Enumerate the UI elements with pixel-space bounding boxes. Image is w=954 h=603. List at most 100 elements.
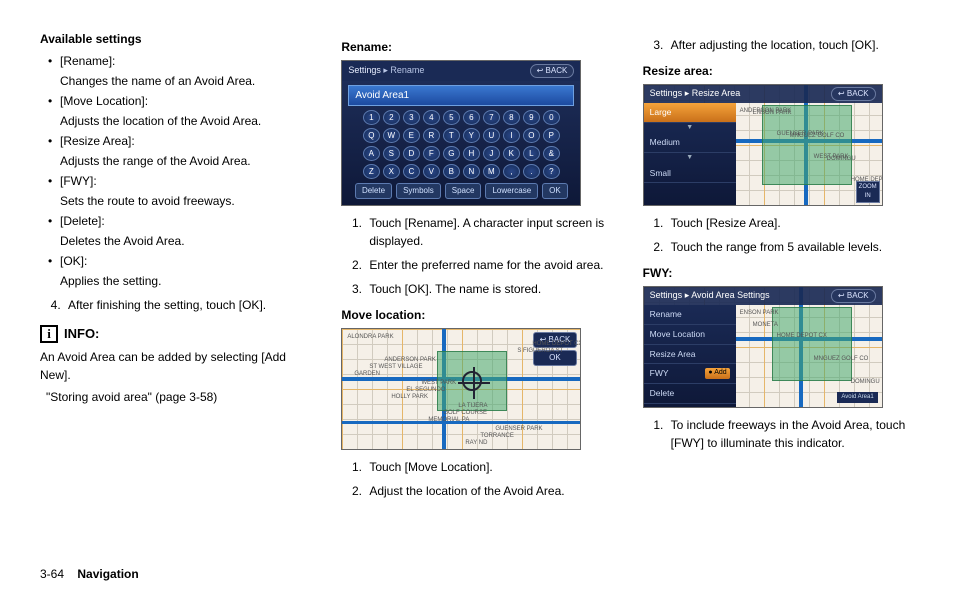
key-0[interactable]: 0 xyxy=(543,110,560,125)
resize-steps: Touch [Resize Area]. Touch the range fro… xyxy=(643,214,914,256)
key-,[interactable]: , xyxy=(503,164,520,179)
map-label: GARDEN xyxy=(354,370,380,379)
keyboard-rows: 1234567890 QWERTYUIOP ASDFGHJKL& ZXCVBNM,.? xyxy=(348,110,574,179)
column-1: Available settings [Rename]: Changes the… xyxy=(40,30,311,506)
key-I[interactable]: I xyxy=(503,128,520,143)
resize-screenshot: Settings ▸ Resize Area ↩ BACK Large▼Medi… xyxy=(643,84,883,206)
menu-arrow-icon: ▼ xyxy=(644,153,736,164)
key-G[interactable]: G xyxy=(443,146,460,161)
map-label: MNGUEZ GOLF CO xyxy=(790,132,845,141)
key-3[interactable]: 3 xyxy=(403,110,420,125)
key-?[interactable]: ? xyxy=(543,164,560,179)
info-icon: i xyxy=(40,325,58,343)
rename-input[interactable]: Avoid Area1 xyxy=(348,85,574,106)
key-1[interactable]: 1 xyxy=(363,110,380,125)
fwy-menu-fwy[interactable]: FWY● Add xyxy=(644,364,736,384)
kb-lowercase-button[interactable]: Lowercase xyxy=(485,183,538,199)
key-J[interactable]: J xyxy=(483,146,500,161)
kb-ok-button[interactable]: OK xyxy=(542,183,568,199)
setting-ok: [OK]: xyxy=(48,252,311,270)
rename-step-1: Touch [Rename]. A character input screen… xyxy=(365,214,612,250)
setting-ok-desc: Applies the setting. xyxy=(48,272,311,290)
resize-option-large[interactable]: Large xyxy=(644,103,736,123)
key-M[interactable]: M xyxy=(483,164,500,179)
key-E[interactable]: E xyxy=(403,128,420,143)
key-P[interactable]: P xyxy=(543,128,560,143)
key-.[interactable]: . xyxy=(523,164,540,179)
fwy-map[interactable]: Settings ▸ Avoid Area Settings ↩ BACK Re… xyxy=(644,287,882,407)
key-9[interactable]: 9 xyxy=(523,110,540,125)
map-label: HOME DEPOT CX xyxy=(777,332,827,341)
fwy-menu-rename[interactable]: Rename xyxy=(644,305,736,325)
resize-back-button[interactable]: ↩ BACK xyxy=(831,87,876,101)
rename-step-2: Enter the preferred name for the avoid a… xyxy=(365,256,612,274)
crumb-sub: Rename xyxy=(390,65,424,75)
kb-space-button[interactable]: Space xyxy=(445,183,482,199)
resize-option-medium[interactable]: Medium xyxy=(644,133,736,153)
resize-option-small[interactable]: Small xyxy=(644,164,736,184)
setting-delete-desc: Deletes the Avoid Area. xyxy=(48,232,311,250)
key-8[interactable]: 8 xyxy=(503,110,520,125)
key-K[interactable]: K xyxy=(503,146,520,161)
fwy-screenshot: Settings ▸ Avoid Area Settings ↩ BACK Re… xyxy=(643,286,883,408)
map-label: MONETA xyxy=(753,321,778,330)
key-D[interactable]: D xyxy=(403,146,420,161)
keyboard-bottom-row: DeleteSymbolsSpaceLowercaseOK xyxy=(348,183,574,199)
key-Q[interactable]: Q xyxy=(363,128,380,143)
key-4[interactable]: 4 xyxy=(423,110,440,125)
back-button[interactable]: ↩ BACK xyxy=(530,64,575,78)
map-label: HOME DEPOT CX xyxy=(851,176,882,185)
key-V[interactable]: V xyxy=(423,164,440,179)
kb-symbols-button[interactable]: Symbols xyxy=(396,183,441,199)
section-title: Navigation xyxy=(77,567,138,581)
key-B[interactable]: B xyxy=(443,164,460,179)
col3-cont-steps: After adjusting the location, touch [OK]… xyxy=(643,36,914,54)
key-5[interactable]: 5 xyxy=(443,110,460,125)
fwy-step-1: To include freeways in the Avoid Area, t… xyxy=(667,416,914,452)
fwy-menu-resize-area[interactable]: Resize Area xyxy=(644,345,736,365)
available-settings-list: [Rename]: Changes the name of an Avoid A… xyxy=(40,52,311,290)
add-badge: ● Add xyxy=(705,368,729,379)
xref-text: "Storing avoid area" (page 3-58) xyxy=(46,388,217,406)
key-A[interactable]: A xyxy=(363,146,380,161)
key-C[interactable]: C xyxy=(403,164,420,179)
key-U[interactable]: U xyxy=(483,128,500,143)
fwy-menu-move-location[interactable]: Move Location xyxy=(644,325,736,345)
key-N[interactable]: N xyxy=(463,164,480,179)
move-heading: Move location: xyxy=(341,306,612,324)
setting-resize: [Resize Area]: xyxy=(48,132,311,150)
info-label: INFO: xyxy=(64,324,99,344)
key-L[interactable]: L xyxy=(523,146,540,161)
key-Z[interactable]: Z xyxy=(363,164,380,179)
col1-step4-list: After finishing the setting, touch [OK]. xyxy=(40,296,311,314)
key-6[interactable]: 6 xyxy=(463,110,480,125)
move-step-2: Adjust the location of the Avoid Area. xyxy=(365,482,612,500)
fwy-back-button[interactable]: ↩ BACK xyxy=(831,289,876,303)
kb-delete-button[interactable]: Delete xyxy=(355,183,392,199)
resize-map[interactable]: Settings ▸ Resize Area ↩ BACK Large▼Medi… xyxy=(644,85,882,205)
key-R[interactable]: R xyxy=(423,128,440,143)
page-columns: Available settings [Rename]: Changes the… xyxy=(40,30,914,506)
map-label: ENSON PARK xyxy=(753,109,792,118)
key-X[interactable]: X xyxy=(383,164,400,179)
rename-steps: Touch [Rename]. A character input screen… xyxy=(341,214,612,298)
info-block: i INFO: xyxy=(40,324,311,344)
resize-step-1: Touch [Resize Area]. xyxy=(667,214,914,232)
key-Y[interactable]: Y xyxy=(463,128,480,143)
key-&[interactable]: & xyxy=(543,146,560,161)
fwy-menu-delete[interactable]: Delete xyxy=(644,384,736,404)
setting-fwy: [FWY]: xyxy=(48,172,311,190)
key-W[interactable]: W xyxy=(383,128,400,143)
key-T[interactable]: T xyxy=(443,128,460,143)
rename-shot-header: Settings ▸ Rename ↩ BACK xyxy=(342,61,580,81)
key-S[interactable]: S xyxy=(383,146,400,161)
fwy-menu-ok[interactable]: OK xyxy=(644,404,736,407)
key-7[interactable]: 7 xyxy=(483,110,500,125)
info-body: An Avoid Area can be added by selecting … xyxy=(40,348,311,384)
key-2[interactable]: 2 xyxy=(383,110,400,125)
key-O[interactable]: O xyxy=(523,128,540,143)
fwy-heading: FWY: xyxy=(643,264,914,282)
move-map[interactable]: ↩ BACK OK ALONDRA PARKANDERSON PARKWEST … xyxy=(342,329,580,449)
key-F[interactable]: F xyxy=(423,146,440,161)
key-H[interactable]: H xyxy=(463,146,480,161)
